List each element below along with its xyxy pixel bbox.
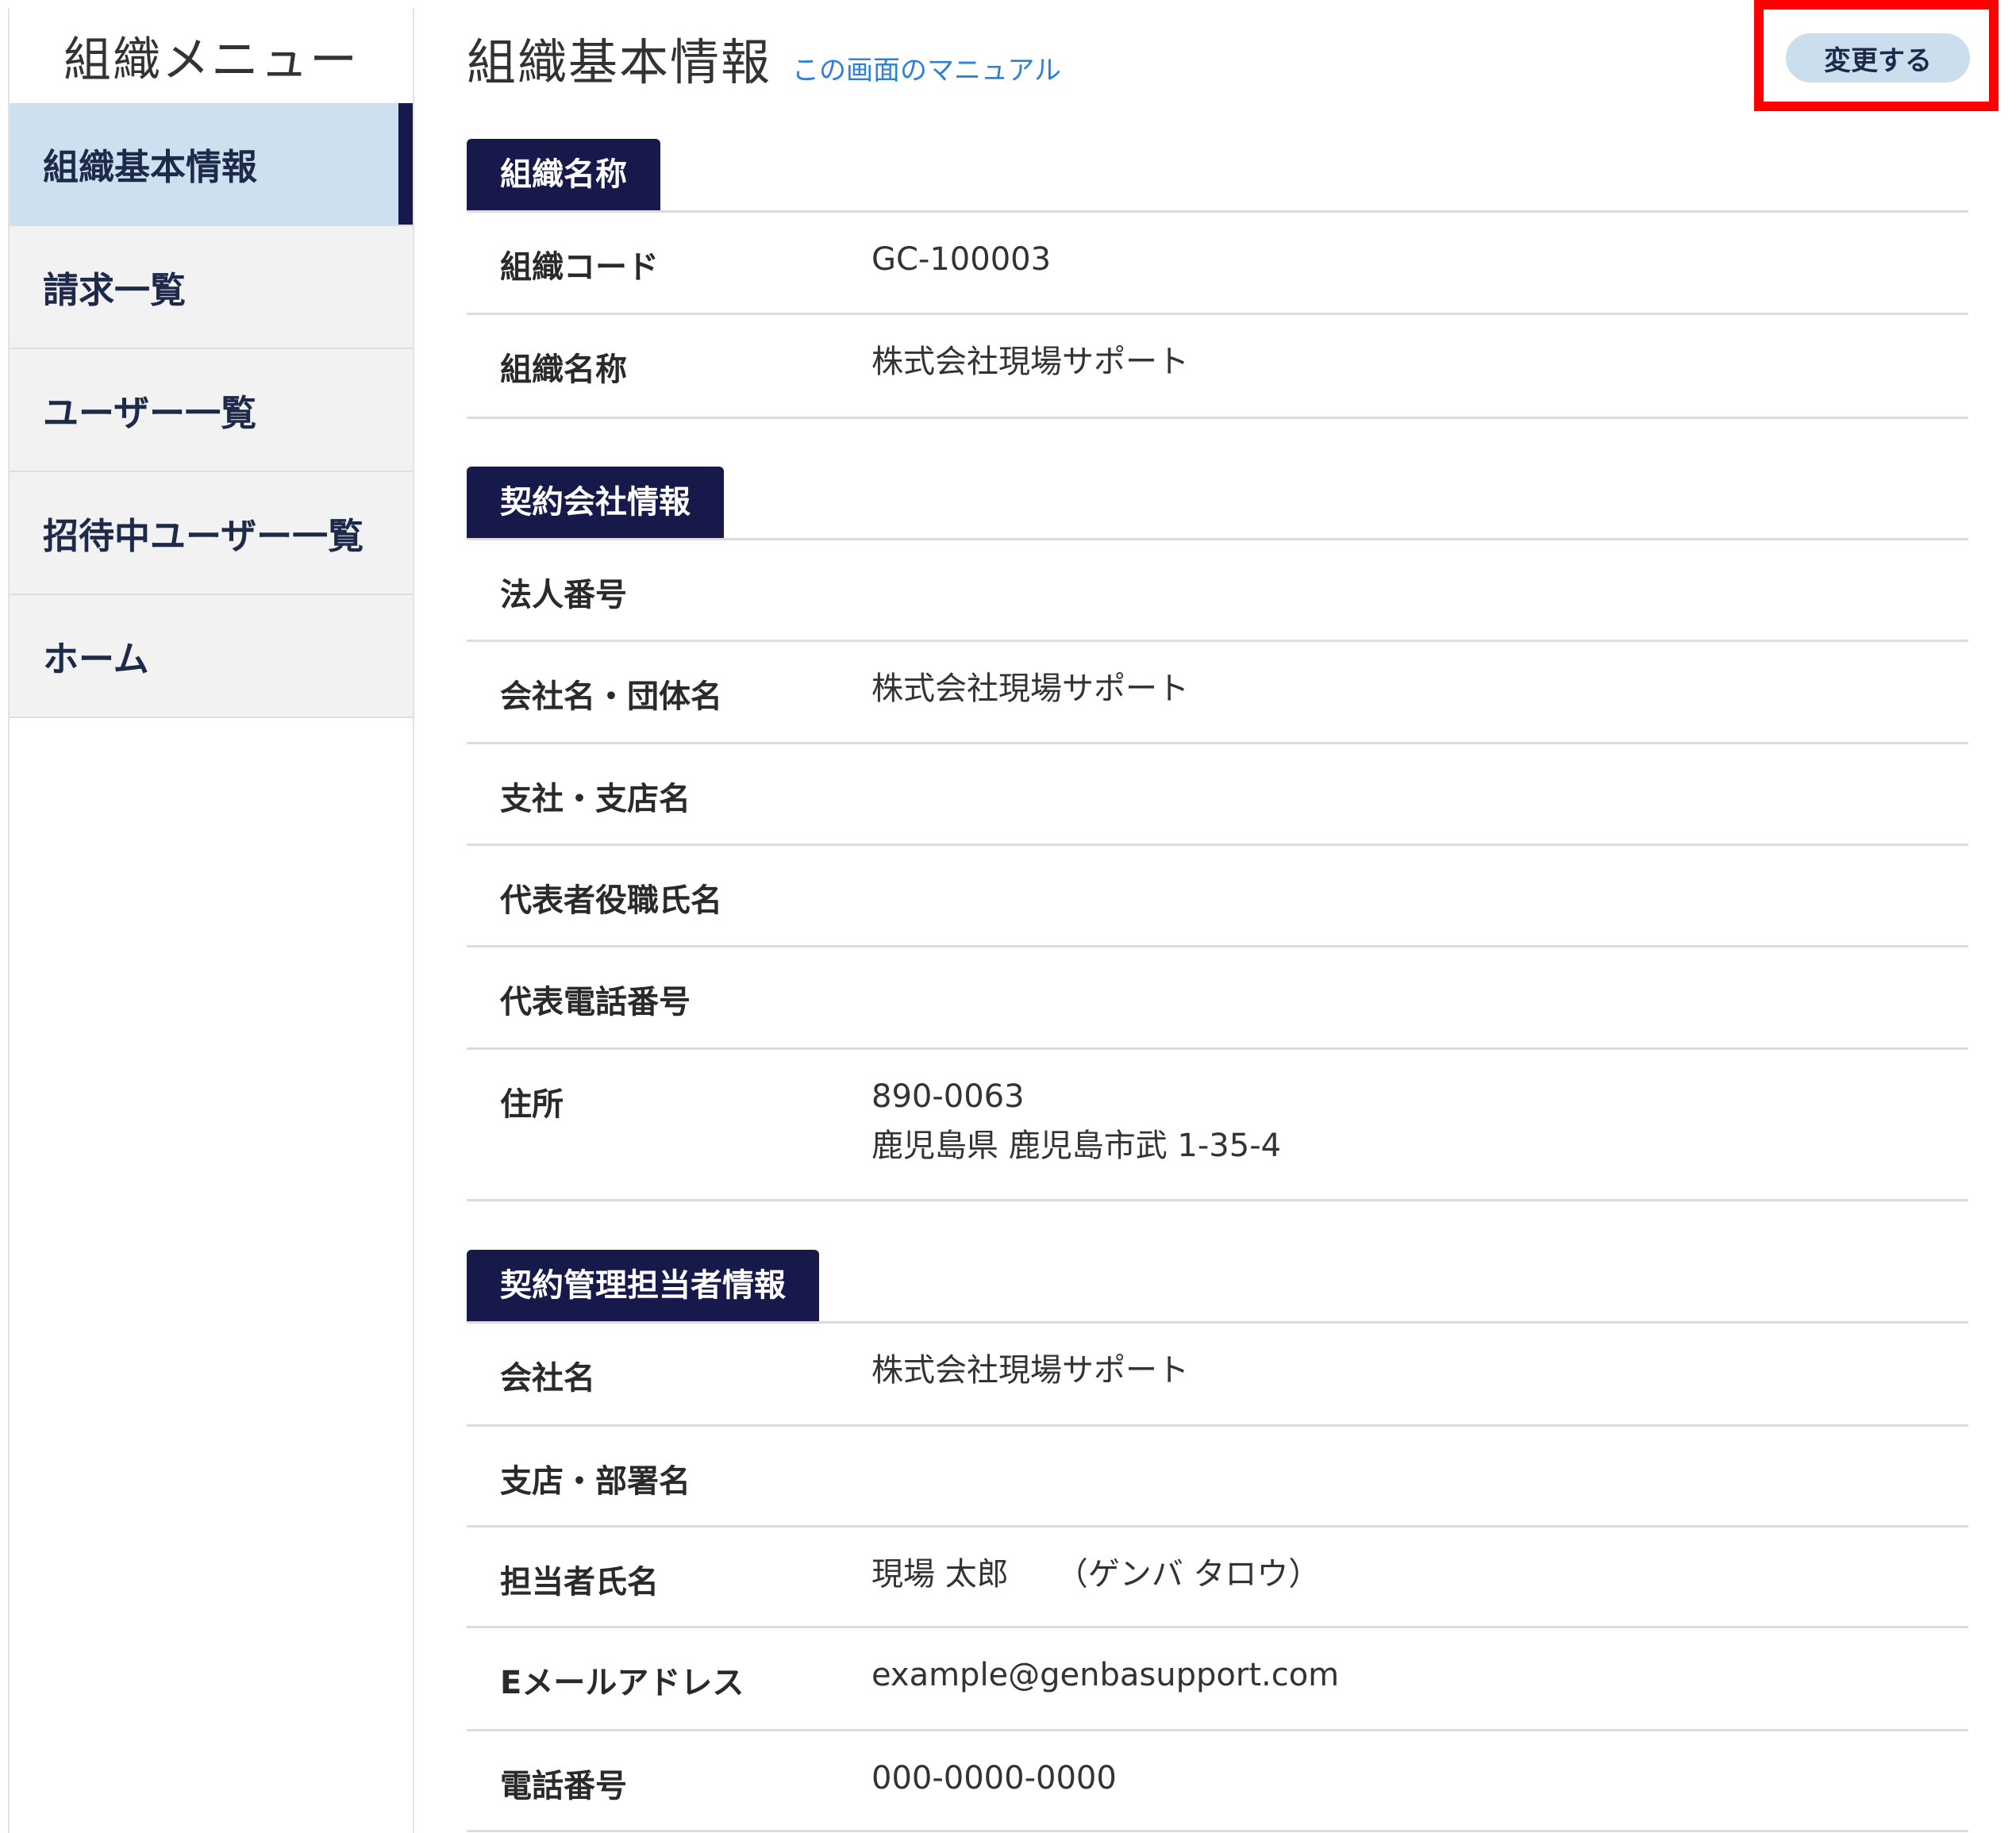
manual-link[interactable]: この画面のマニュアル — [792, 48, 1061, 87]
field-label: 支店・部署名 — [500, 1463, 691, 1500]
sidebar: 組織メニュー 組織基本情報 請求一覧 ユーザー一覧 招待中ユーザー一覧 ホーム — [8, 8, 414, 1833]
address-value: 890-0063 鹿児島県 鹿児島市武 1-35-4 — [871, 1072, 1281, 1170]
section-label: 組織名称 — [467, 139, 660, 210]
info-row: 担当者氏名 現場 太郎 （ゲンバ タロウ） — [467, 1528, 1968, 1628]
field-label: 代表電話番号 — [500, 984, 691, 1020]
field-label: 会社名・団体名 — [500, 678, 722, 715]
sidebar-item-users[interactable]: ユーザー一覧 — [10, 349, 413, 472]
person-name-kana: （ゲンバ タロウ） — [1056, 1556, 1321, 1593]
sidebar-item-home[interactable]: ホーム — [10, 595, 413, 718]
info-row: 代表電話番号 — [467, 947, 1968, 1050]
sidebar-item-invited-users[interactable]: 招待中ユーザー一覧 — [10, 472, 413, 595]
info-row: 電話番号 000-0000-0000 — [467, 1731, 1968, 1832]
field-label: 代表者役職氏名 — [500, 882, 722, 919]
info-row: 会社名 株式会社現場サポート — [467, 1324, 1968, 1427]
sidebar-item-label: ホーム — [43, 638, 149, 680]
field-label: Eメールアドレス — [500, 1665, 744, 1701]
sidebar-item-label: ユーザー一覧 — [43, 392, 257, 434]
field-value: example@genbasupport.com — [871, 1657, 1340, 1693]
section-label: 契約管理担当者情報 — [467, 1250, 819, 1321]
section-contract-manager: 契約管理担当者情報 会社名 株式会社現場サポート 支店・部署名 担当者氏名 現場… — [467, 1250, 1968, 1832]
sidebar-item-label: 請求一覧 — [43, 269, 187, 311]
field-value: 株式会社現場サポート — [871, 671, 1189, 707]
field-label: 会社名 — [500, 1360, 595, 1397]
info-row: 住所 890-0063 鹿児島県 鹿児島市武 1-35-4 — [467, 1050, 1968, 1201]
field-label: 担当者氏名 — [500, 1564, 659, 1601]
field-value: 000-0000-0000 — [871, 1760, 1117, 1796]
field-label: 電話番号 — [500, 1768, 627, 1804]
sidebar-item-label: 組織基本情報 — [43, 146, 258, 188]
field-label: 支社・支店名 — [500, 781, 691, 817]
page-title: 組織基本情報 — [467, 33, 772, 91]
sidebar-item-org-info[interactable]: 組織基本情報 — [10, 103, 413, 226]
section-org-name: 組織名称 組織コード GC-100003 組織名称 株式会社現場サポート — [467, 139, 1968, 419]
field-value: 株式会社現場サポート — [871, 1352, 1189, 1389]
info-row: 組織名称 株式会社現場サポート — [467, 315, 1968, 419]
address-line: 鹿児島県 鹿児島市武 1-35-4 — [871, 1128, 1282, 1164]
sidebar-item-billing[interactable]: 請求一覧 — [10, 226, 413, 349]
info-row: 法人番号 — [467, 540, 1968, 642]
info-row: 支店・部署名 — [467, 1427, 1968, 1528]
info-row: Eメールアドレス example@genbasupport.com — [467, 1628, 1968, 1731]
info-row: 支社・支店名 — [467, 744, 1968, 846]
field-label: 組織コード — [500, 249, 659, 286]
person-name: 現場 太郎 （ゲンバ タロウ） — [871, 1550, 1320, 1599]
sidebar-title: 組織メニュー — [63, 32, 359, 88]
field-value: 株式会社現場サポート — [871, 344, 1189, 380]
section-contract-company: 契約会社情報 法人番号 会社名・団体名 株式会社現場サポート 支社・支店名 代表… — [467, 467, 1968, 1201]
field-label: 組織名称 — [500, 352, 627, 388]
person-name-value: 現場 太郎 — [871, 1556, 1009, 1593]
edit-button[interactable]: 変更する — [1786, 33, 1970, 83]
info-row: 組織コード GC-100003 — [467, 213, 1968, 315]
section-label: 契約会社情報 — [467, 467, 724, 538]
page-header: 組織基本情報 この画面のマニュアル — [467, 22, 1061, 94]
sidebar-item-label: 招待中ユーザー一覧 — [43, 515, 364, 557]
postal-code: 890-0063 — [871, 1078, 1025, 1115]
field-label: 法人番号 — [500, 577, 627, 613]
info-row: 会社名・団体名 株式会社現場サポート — [467, 642, 1968, 744]
field-value: GC-100003 — [871, 241, 1052, 278]
field-label: 住所 — [500, 1086, 564, 1123]
info-row: 代表者役職氏名 — [467, 846, 1968, 947]
